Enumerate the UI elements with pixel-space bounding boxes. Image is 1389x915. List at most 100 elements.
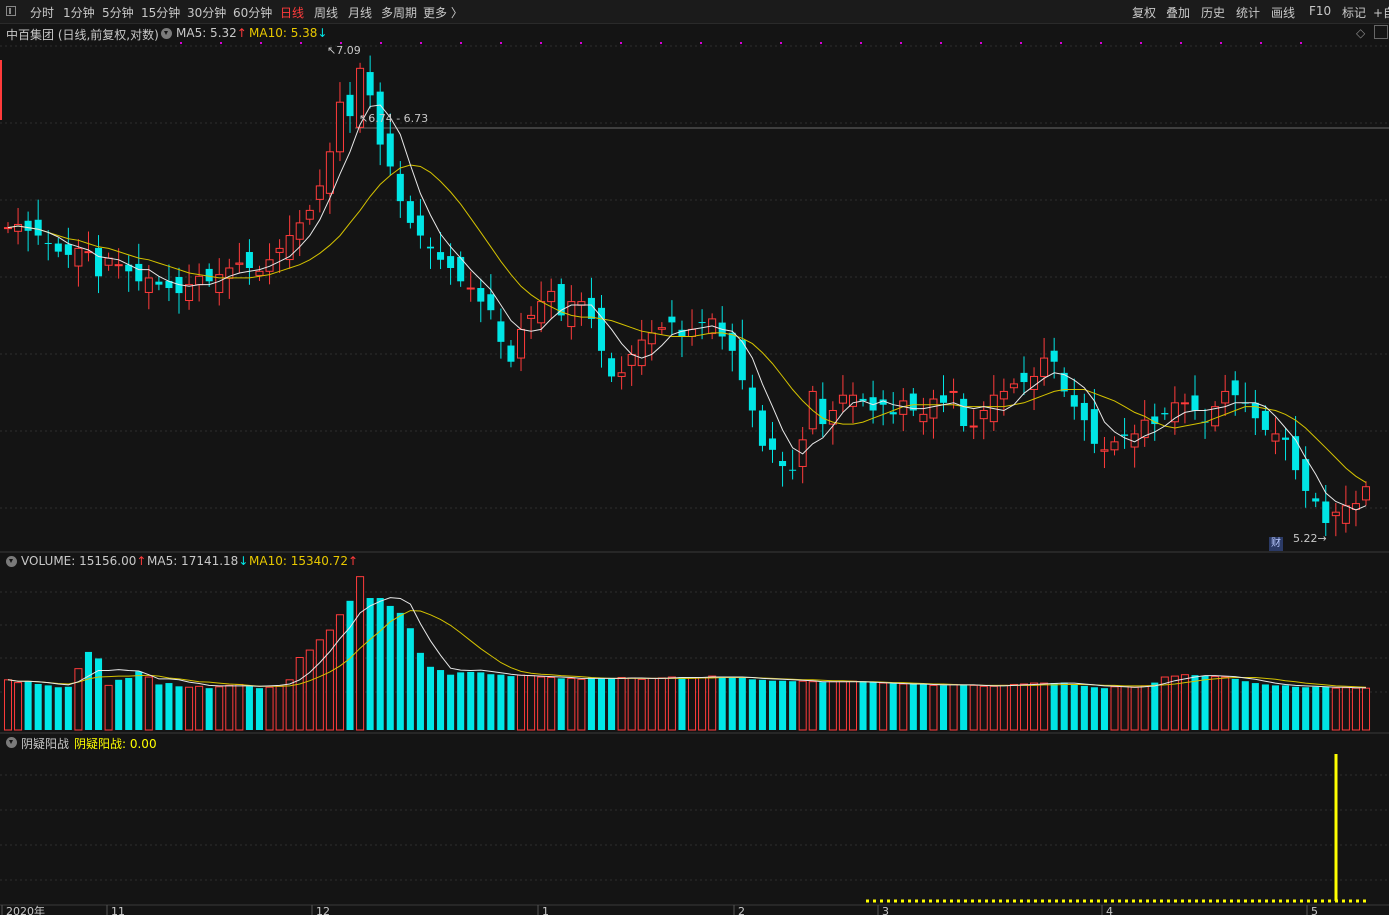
candle-83 [838,375,847,413]
candle-5 [54,238,62,258]
candle-body-51 [517,328,526,359]
candle-body-93 [939,395,948,403]
candle-28 [285,215,294,269]
main-ma5-arrow: ↑ [236,26,247,40]
candle-6 [64,227,72,268]
volume-legend-toggle-icon[interactable] [6,556,17,567]
candle-77 [779,451,787,487]
volume-bar-18 [185,686,194,731]
candle-125 [1261,405,1269,436]
candle-body-88 [889,412,897,415]
volume-bar-92 [929,684,938,731]
candle-body-125 [1261,410,1269,430]
candle-body-11 [114,264,123,267]
candle-body-76 [768,438,777,450]
candle-2 [24,211,32,252]
volume-ma5-label: MA5: 17141.18↓ [147,554,248,568]
x-tick-label-5: 3 [882,905,889,915]
x-tick-label-7: 5 [1311,905,1318,915]
candle-body-3 [34,219,42,236]
candle-body-33 [335,101,344,153]
volume-bar-57 [577,678,586,731]
volume-bar-39 [396,612,404,730]
volume-bar-124 [1251,683,1259,730]
event-marker-17 [860,42,862,44]
candle-body-74 [748,387,756,411]
candle-47 [477,278,485,323]
candle-12 [125,255,133,292]
candle-124 [1251,389,1259,436]
ma10-line [7,164,1367,484]
candle-body-129 [1302,459,1310,491]
indicator-legend-toggle-icon[interactable] [6,737,17,748]
candle-106 [1070,378,1078,420]
volume-bar-14 [144,676,153,731]
candle-body-43 [437,252,445,260]
volume-bar-77 [779,680,787,730]
x-tick-label-4: 2 [738,905,745,915]
volume-bar-52 [527,675,536,731]
candle-52 [527,306,536,339]
volume-bar-35 [356,576,365,731]
volume-bar-62 [627,677,636,731]
volume-bar-16 [165,683,173,730]
volume-bar-130 [1312,686,1320,730]
candle-body-115 [1161,413,1169,415]
volume-bar-28 [285,679,294,731]
candle-81 [819,382,827,438]
volume-ma10-label: MA10: 15340.72↑ [249,554,358,568]
settings-diamond-icon[interactable]: ◇ [1356,26,1365,40]
candle-25 [255,265,264,281]
volume-bar-17 [175,686,183,730]
candle-71 [718,306,726,350]
candle-110 [1110,436,1119,456]
volume-ma10-value: MA10: 15340.72 [249,554,348,568]
candle-56 [567,285,576,340]
volume-bar-19 [195,685,204,731]
candle-17 [175,267,183,314]
candle-body-92 [929,398,938,419]
volume-bar-119 [1201,675,1209,730]
candle-body-128 [1292,436,1300,471]
finance-badge[interactable]: 财 [1269,537,1283,551]
candle-130 [1312,492,1320,508]
candle-115 [1161,407,1169,420]
event-marker-21 [1020,42,1022,44]
candle-61 [617,356,626,390]
main-legend-toggle-icon[interactable] [161,28,172,39]
candle-75 [758,404,766,452]
candle-26 [265,243,274,285]
volume-bar-133 [1341,687,1350,731]
volume-bar-49 [497,674,505,730]
volume-bar-106 [1070,684,1078,730]
candle-body-77 [779,460,787,467]
candle-body-31 [315,185,324,200]
candle-87 [879,390,887,426]
volume-bar-56 [567,677,576,731]
candle-body-34 [346,94,354,117]
volume-bar-90 [909,683,917,730]
volume-bar-75 [758,679,766,730]
volume-bar-30 [305,649,314,731]
candle-body-100 [1009,383,1018,389]
volume-bar-122 [1231,678,1239,730]
volume-bar-134 [1351,687,1360,731]
volume-bar-129 [1302,687,1310,730]
candle-body-25 [255,270,264,276]
event-marker-18 [900,42,902,44]
candle-body-109 [1100,449,1109,452]
candle-body-97 [979,409,988,420]
candle-body-104 [1050,350,1058,362]
x-tick-label-0: 2020年 [6,904,45,915]
volume-bar-126 [1271,685,1279,730]
left-edge-marker [0,60,2,120]
candle-body-127 [1282,437,1290,440]
window-toggle-icon[interactable] [1374,25,1388,39]
candle-48 [487,274,495,320]
candle-34 [346,81,354,133]
stock-chart[interactable]: 2020年 11 12 1 2 3 4 5 [0,0,1389,915]
candle-body-116 [1170,402,1179,423]
volume-value: VOLUME: 15156.00 [21,554,137,568]
candle-body-41 [416,215,424,236]
candle-120 [1211,401,1220,432]
